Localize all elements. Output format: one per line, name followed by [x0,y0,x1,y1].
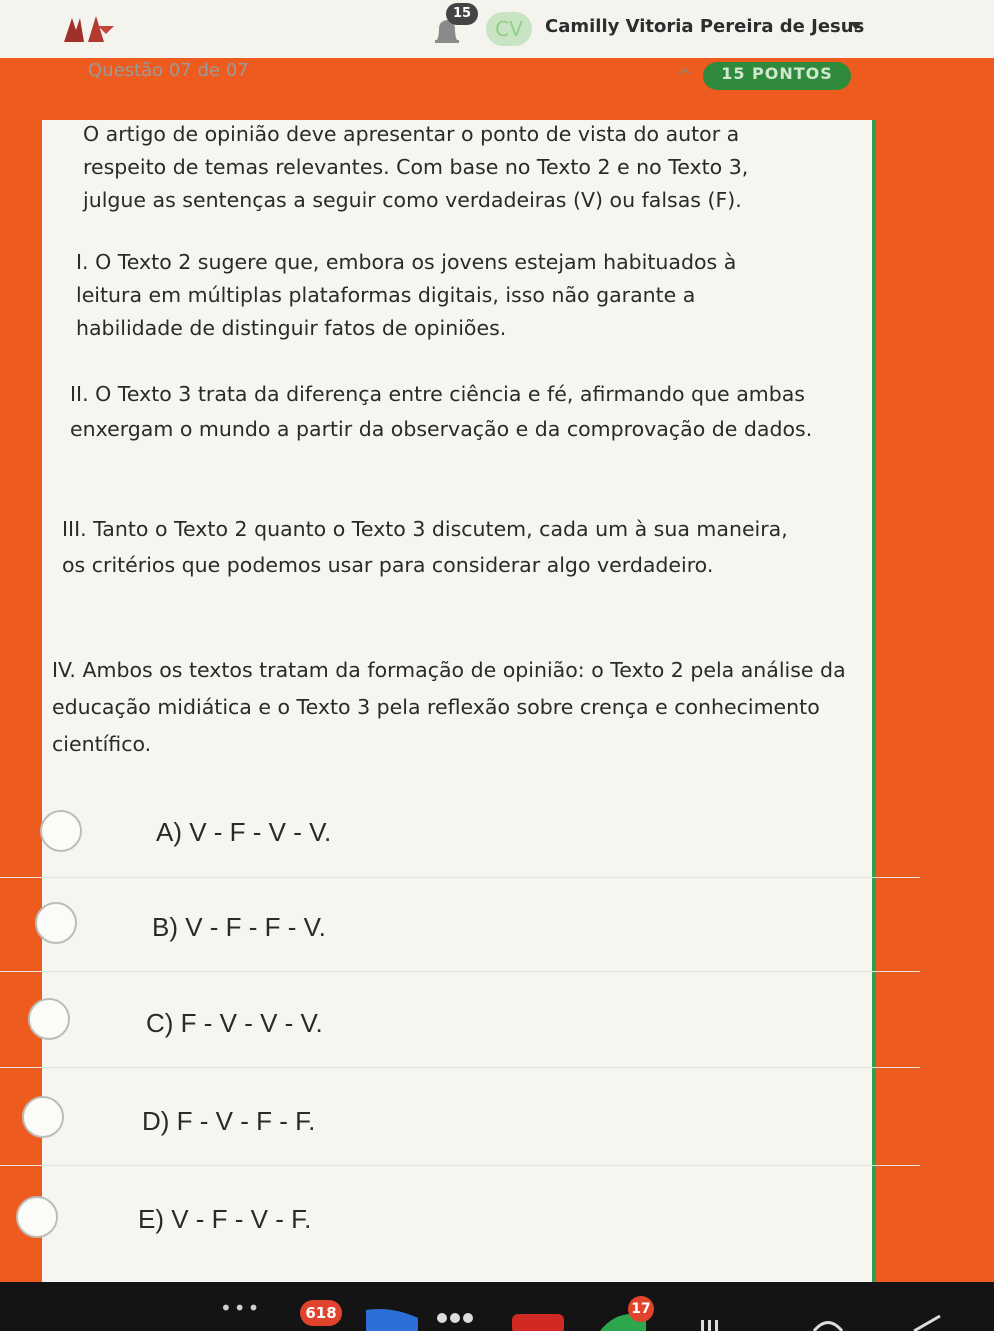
recent-apps-icon[interactable] [698,1308,722,1331]
question-intro: O artigo de opinião deve apresentar o po… [83,122,749,212]
radio-option-e[interactable] [16,1196,58,1238]
more-icon[interactable]: ••• [220,1296,261,1320]
statement-3: III. Tanto o Texto 2 quanto o Texto 3 di… [62,517,788,577]
radio-option-c[interactable] [28,998,70,1040]
home-icon[interactable] [808,1308,848,1331]
option-c[interactable]: C) F - V - V - V. [0,972,920,1068]
option-c-label[interactable]: C) F - V - V - V. [146,1008,323,1039]
option-a-label[interactable]: A) V - F - V - V. [156,817,331,848]
back-icon[interactable] [906,1308,946,1331]
option-e-label[interactable]: E) V - F - V - F. [138,1204,311,1235]
chevron-up-icon[interactable] [678,66,692,76]
option-d-label[interactable]: D) F - V - F - F. [142,1106,315,1137]
notification-badge: 15 [446,3,478,25]
play-store-icon[interactable] [362,1308,422,1331]
caret-down-icon[interactable] [850,22,862,30]
option-e[interactable]: E) V - F - V - F. [0,1168,920,1264]
statement-2: II. O Texto 3 trata da diferença entre c… [70,382,813,441]
taskbar-badge-b: 17 [628,1296,654,1322]
radio-option-b[interactable] [35,902,77,944]
option-b[interactable]: B) V - F - F - V. [0,876,920,972]
youtube-icon[interactable] [510,1308,566,1331]
device-taskbar: ••• 618 17 [0,1282,994,1331]
app-dots-icon[interactable] [432,1308,478,1331]
radio-option-a[interactable] [40,810,82,852]
avatar[interactable]: CV [486,12,532,46]
statement-4: IV. Ambos os textos tratam da formação d… [52,658,846,756]
logo-icon [64,16,114,42]
option-a[interactable]: A) V - F - V - V. [0,782,920,878]
radio-option-d[interactable] [22,1096,64,1138]
user-name[interactable]: Camilly Vitoria Pereira de Jesus [545,16,864,37]
taskbar-badge-a: 618 [300,1300,342,1326]
question-counter: Questão 07 de 07 [88,60,249,81]
statement-1: I. O Texto 2 sugere que, embora os joven… [76,250,737,340]
points-badge: 15 PONTOS [703,62,851,90]
option-b-label[interactable]: B) V - F - F - V. [152,912,326,943]
top-bar: 15 CV Camilly Vitoria Pereira de Jesus [0,0,994,58]
option-d[interactable]: D) F - V - F - F. [0,1070,920,1166]
